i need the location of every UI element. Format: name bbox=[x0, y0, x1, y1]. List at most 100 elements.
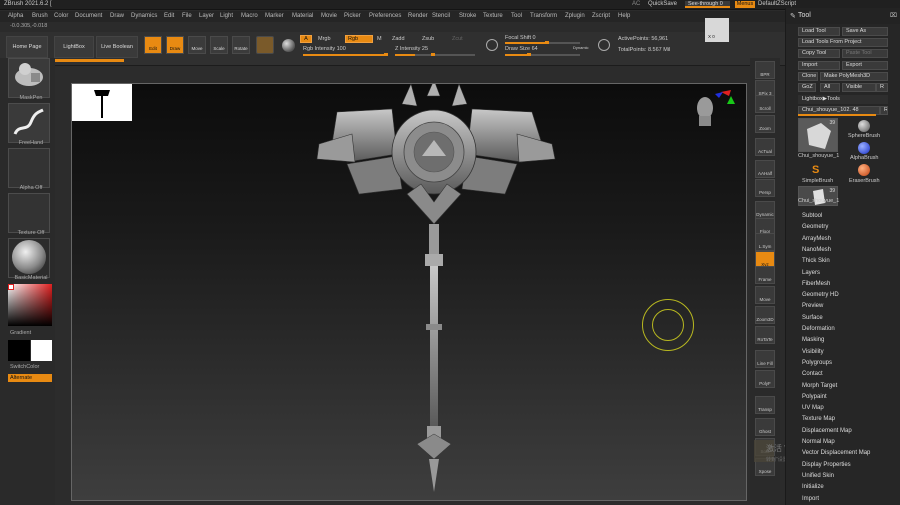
alpha-brush-icon[interactable] bbox=[858, 142, 870, 154]
dynamic-mesh-icon[interactable] bbox=[598, 39, 610, 51]
goz-button[interactable]: GoZ bbox=[798, 83, 816, 92]
goz-all-button[interactable]: All bbox=[820, 83, 840, 92]
subpalette-unified-skin[interactable]: Unified Skin bbox=[802, 473, 834, 479]
draw-size-track[interactable] bbox=[505, 54, 580, 56]
edit-mode-button[interactable]: Edit bbox=[144, 36, 162, 54]
menu-texture[interactable]: Texture bbox=[483, 13, 503, 19]
menu-edit[interactable]: Edit bbox=[164, 13, 174, 19]
frame-button[interactable]: Frame bbox=[755, 266, 775, 284]
live-boolean-button[interactable]: Live Boolean bbox=[96, 36, 138, 58]
brush-preview-icon[interactable] bbox=[256, 36, 274, 54]
menu-movie[interactable]: Movie bbox=[321, 13, 337, 19]
ghost-button[interactable]: Ghost bbox=[755, 418, 775, 436]
menu-alpha[interactable]: Alpha bbox=[8, 13, 23, 19]
rgb-intensity-track[interactable] bbox=[303, 54, 388, 56]
subpalette-geometry[interactable]: Geometry bbox=[802, 224, 828, 230]
viewport[interactable] bbox=[55, 66, 750, 505]
zoom-button[interactable]: Zoom bbox=[755, 115, 775, 133]
subpalette-normal-map[interactable]: Normal Map bbox=[802, 439, 835, 445]
focal-shift-thumb[interactable] bbox=[545, 41, 549, 44]
make-polymesh-button[interactable]: Make PolyMesh3D bbox=[820, 72, 888, 81]
subpalette-displacement-map[interactable]: Displacement Map bbox=[802, 428, 852, 434]
subpalette-visibility[interactable]: Visibility bbox=[802, 349, 824, 355]
load-tool-button[interactable]: Load Tool bbox=[798, 27, 840, 36]
polyf-button[interactable]: PolyF bbox=[755, 370, 775, 388]
menu-zscript[interactable]: Zscript bbox=[592, 13, 610, 19]
zoom3d-button[interactable]: Zoom3D bbox=[755, 306, 775, 324]
menu-zplugin[interactable]: Zplugin bbox=[565, 13, 585, 19]
z-intensity-thumb[interactable] bbox=[431, 53, 435, 56]
z-intensity-track[interactable] bbox=[395, 54, 475, 56]
menu-render[interactable]: Render bbox=[408, 13, 428, 19]
linefill-button[interactable]: Line Fill bbox=[755, 350, 775, 368]
menu-picker[interactable]: Picker bbox=[344, 13, 361, 19]
lightbox-button[interactable]: LightBox bbox=[54, 36, 94, 58]
draw-size-thumb[interactable] bbox=[527, 53, 531, 56]
freehand-stroke-slot[interactable] bbox=[8, 103, 50, 143]
lsym-button[interactable]: L.Sym bbox=[755, 233, 775, 251]
zadd-toggle[interactable]: Zadd bbox=[392, 36, 405, 42]
menu-tool[interactable]: Tool bbox=[511, 13, 522, 19]
zsub-toggle[interactable]: Zsub bbox=[422, 36, 434, 42]
subpalette-fibermesh[interactable]: FiberMesh bbox=[802, 281, 830, 287]
focal-shift-slider[interactable]: Focal Shift 0 bbox=[505, 35, 536, 41]
dynamic-toggle[interactable]: Dynamic bbox=[573, 45, 589, 50]
subpalette-masking[interactable]: Masking bbox=[802, 337, 824, 343]
subpalette-polygroups[interactable]: Polygroups bbox=[802, 360, 832, 366]
subpalette-preview[interactable]: Preview bbox=[802, 303, 823, 309]
paste-tool-button[interactable]: Paste Tool bbox=[842, 49, 888, 58]
menu-help[interactable]: Help bbox=[618, 13, 630, 19]
palette-close-icon[interactable]: ⌧ bbox=[890, 12, 897, 19]
menus-toggle-button[interactable]: Menus bbox=[735, 1, 755, 8]
menu-document[interactable]: Document bbox=[75, 13, 102, 19]
copy-tool-button[interactable]: Copy Tool bbox=[798, 49, 840, 58]
zcut-toggle[interactable]: Zcut bbox=[452, 36, 463, 42]
rgb-toggle[interactable]: Rgb bbox=[345, 35, 373, 43]
hammer-3d-model[interactable] bbox=[307, 84, 567, 502]
color-picker-marker[interactable] bbox=[8, 284, 14, 290]
subpalette-initialize[interactable]: Initialize bbox=[802, 484, 824, 490]
alpha-slot[interactable] bbox=[8, 148, 50, 188]
export-button[interactable]: Export bbox=[842, 61, 888, 70]
rotate-mode-button[interactable]: Rotate bbox=[232, 36, 250, 54]
primary-color-swatch[interactable] bbox=[8, 340, 30, 361]
current-tool-r-button[interactable]: R bbox=[880, 106, 888, 115]
subpalette-uv-map[interactable]: UV Map bbox=[802, 405, 824, 411]
home-page-button[interactable]: Home Page bbox=[6, 36, 48, 58]
dynamic-button[interactable]: Dynamic bbox=[755, 201, 775, 219]
scroll-button[interactable]: Scroll bbox=[755, 95, 775, 113]
subpalette-surface[interactable]: Surface bbox=[802, 315, 823, 321]
default-zscript-button[interactable]: DefaultZScript bbox=[758, 1, 796, 7]
menu-marker[interactable]: Marker bbox=[265, 13, 284, 19]
menu-material[interactable]: Material bbox=[292, 13, 313, 19]
mrgb-toggle[interactable]: Mrgb bbox=[318, 36, 331, 42]
navigator-thumbnail[interactable] bbox=[72, 84, 132, 121]
subpalette-geometry-hd[interactable]: Geometry HD bbox=[802, 292, 839, 298]
draw-size-slider[interactable]: Draw Size 64 bbox=[505, 46, 538, 52]
subpalette-display-properties[interactable]: Display Properties bbox=[802, 462, 851, 468]
menu-dynamics[interactable]: Dynamics bbox=[131, 13, 157, 19]
stroke-icon[interactable] bbox=[486, 39, 498, 51]
document-canvas[interactable] bbox=[71, 83, 747, 501]
simple-brush-icon[interactable]: S bbox=[812, 164, 824, 176]
persp-button[interactable]: Persp bbox=[755, 179, 775, 197]
subpalette-thick-skin[interactable]: Thick Skin bbox=[802, 258, 830, 264]
draw-mode-button[interactable]: Draw bbox=[166, 36, 184, 54]
actual-button[interactable]: AcTual bbox=[755, 138, 775, 156]
menu-light[interactable]: Light bbox=[220, 13, 233, 19]
transp-button[interactable]: Transp bbox=[755, 396, 775, 414]
subpalette-deformation[interactable]: Deformation bbox=[802, 326, 835, 332]
menu-brush[interactable]: Brush bbox=[32, 13, 48, 19]
save-as-button[interactable]: Save As bbox=[842, 27, 888, 36]
menu-stencil[interactable]: Stencil bbox=[432, 13, 450, 19]
tool-thumb-chui-1[interactable]: 39 bbox=[798, 118, 838, 152]
menu-file[interactable]: File bbox=[182, 13, 192, 19]
material-sphere-icon[interactable] bbox=[282, 39, 295, 52]
load-tools-from-project-button[interactable]: Load Tools From Project bbox=[798, 38, 888, 47]
sphere-brush-icon[interactable] bbox=[858, 120, 870, 132]
menu-transform[interactable]: Transform bbox=[530, 13, 557, 19]
scale-mode-button[interactable]: Scale bbox=[210, 36, 228, 54]
move-button[interactable]: Move bbox=[755, 286, 775, 304]
focal-shift-track[interactable] bbox=[505, 42, 580, 44]
rgb-intensity-thumb[interactable] bbox=[384, 53, 388, 56]
